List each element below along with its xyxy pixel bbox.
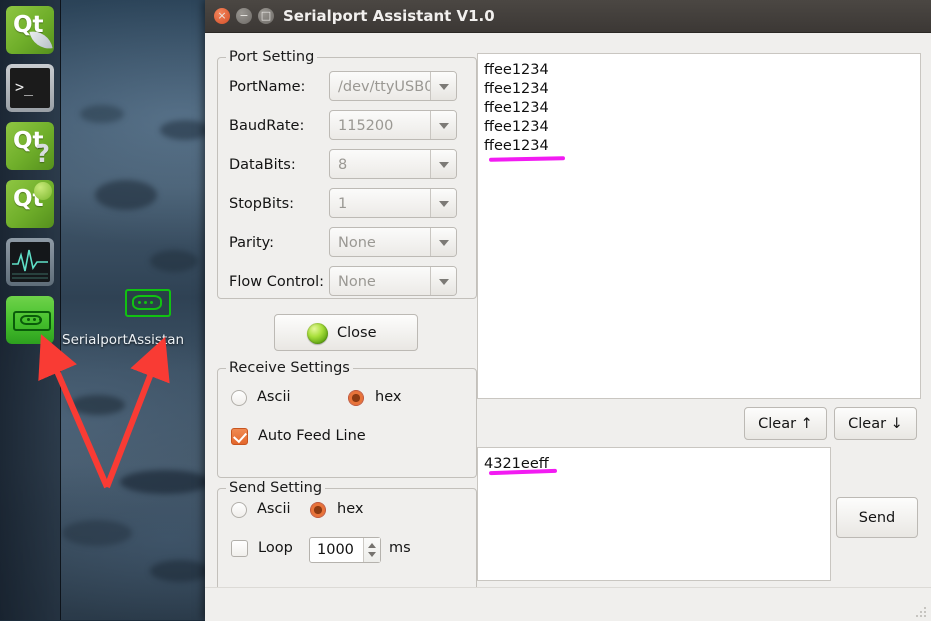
clear-up-button[interactable]: Clear ↑	[744, 407, 827, 440]
qt-designer-icon: Qt	[6, 180, 54, 228]
flowcontrol-label: Flow Control:	[229, 274, 325, 290]
maximize-icon: □	[260, 9, 272, 22]
send-textarea[interactable]: 4321eeff	[477, 447, 831, 581]
launcher-item-serialport-assistant[interactable]	[6, 296, 54, 344]
window-body: Port Setting PortName: BaudRate: DataBit…	[205, 33, 931, 616]
parity-combobox[interactable]: None	[329, 227, 457, 257]
status-bar	[205, 587, 931, 621]
send-setting-title: Send Setting	[226, 480, 326, 496]
system-monitor-icon	[6, 238, 54, 286]
window-titlebar[interactable]: × − □ Serialport Assistant V1.0	[205, 0, 931, 33]
loop-checkbox[interactable]	[231, 540, 248, 557]
receive-highlight-annotation	[488, 156, 566, 162]
auto-feed-line-label: Auto Feed Line	[258, 428, 366, 444]
launcher-item-qt-creator[interactable]: Qt	[6, 6, 54, 54]
parity-value: None	[338, 235, 376, 251]
receive-line: ffee1234	[484, 119, 549, 135]
portname-value: /dev/ttyUSB0	[338, 79, 434, 95]
spinner-arrows-icon[interactable]	[363, 538, 380, 562]
window-close-button[interactable]: ×	[214, 8, 230, 24]
window-maximize-button[interactable]: □	[258, 8, 274, 24]
send-ascii-label: Ascii	[257, 501, 291, 517]
flowcontrol-value: None	[338, 274, 376, 290]
loop-label: Loop	[258, 540, 293, 556]
loop-unit-label: ms	[389, 540, 411, 556]
serialport-app-icon	[6, 296, 54, 344]
resize-grip-icon[interactable]	[915, 606, 927, 618]
receive-settings-title: Receive Settings	[226, 360, 353, 376]
unity-launcher: Qt >_ Qt? Qt	[0, 0, 61, 620]
chevron-down-icon[interactable]	[430, 150, 456, 178]
connection-status-led	[307, 323, 328, 344]
portname-label: PortName:	[229, 79, 306, 95]
stopbits-label: StopBits:	[229, 196, 295, 212]
receive-hex-label: hex	[375, 389, 402, 405]
chevron-down-icon[interactable]	[430, 267, 456, 295]
receive-ascii-label: Ascii	[257, 389, 291, 405]
stopbits-combobox[interactable]: 1	[329, 188, 457, 218]
portname-combobox[interactable]: /dev/ttyUSB0	[329, 71, 457, 101]
parity-label: Parity:	[229, 235, 275, 251]
send-hex-label: hex	[337, 501, 364, 517]
receive-ascii-radio[interactable]	[231, 390, 247, 406]
receive-line: ffee1234	[484, 100, 549, 116]
chevron-down-icon[interactable]	[430, 228, 456, 256]
loop-interval-value: 1000	[317, 542, 354, 558]
launcher-item-terminal[interactable]: >_	[6, 64, 54, 112]
send-ascii-radio[interactable]	[231, 502, 247, 518]
receive-line: ffee1234	[484, 81, 549, 97]
databits-label: DataBits:	[229, 157, 296, 173]
clear-down-button[interactable]: Clear ↓	[834, 407, 917, 440]
minimize-icon: −	[239, 9, 249, 22]
chevron-down-icon[interactable]	[430, 72, 456, 100]
baudrate-value: 115200	[338, 118, 394, 134]
launcher-item-qt-assistant[interactable]: Qt?	[6, 122, 54, 170]
qt-creator-icon: Qt	[6, 6, 54, 54]
launcher-item-qt-designer[interactable]: Qt	[6, 180, 54, 228]
stopbits-value: 1	[338, 196, 348, 212]
desktop-shortcut-label: SerialportAssistan	[62, 332, 185, 348]
flowcontrol-combobox[interactable]: None	[329, 266, 457, 296]
port-setting-title: Port Setting	[226, 49, 318, 65]
connect-toggle-button[interactable]: Close	[274, 314, 418, 351]
baudrate-combobox[interactable]: 115200	[329, 110, 457, 140]
terminal-icon: >_	[6, 64, 54, 112]
chevron-down-icon[interactable]	[430, 111, 456, 139]
databits-combobox[interactable]: 8	[329, 149, 457, 179]
window-title: Serialport Assistant V1.0	[283, 7, 495, 25]
baudrate-label: BaudRate:	[229, 118, 305, 134]
application-window: × − □ Serialport Assistant V1.0 Port Set…	[205, 0, 931, 621]
receive-hex-radio[interactable]	[348, 390, 364, 406]
close-icon: ×	[217, 9, 227, 22]
connect-toggle-label: Close	[337, 325, 377, 341]
databits-value: 8	[338, 157, 348, 173]
send-button[interactable]: Send	[836, 497, 918, 538]
auto-feed-line-checkbox[interactable]	[231, 428, 248, 445]
qt-assistant-icon: Qt?	[6, 122, 54, 170]
loop-interval-spinbox[interactable]: 1000	[309, 537, 381, 563]
window-minimize-button[interactable]: −	[236, 8, 252, 24]
receive-settings-group: Receive Settings	[217, 360, 477, 478]
send-hex-radio[interactable]	[310, 502, 326, 518]
receive-textarea[interactable]: ffee1234 ffee1234 ffee1234 ffee1234 ffee…	[477, 53, 921, 399]
receive-line: ffee1234	[484, 138, 549, 154]
receive-line: ffee1234	[484, 62, 549, 78]
desktop-shortcut-icon[interactable]	[125, 289, 171, 317]
chevron-down-icon[interactable]	[430, 189, 456, 217]
launcher-item-system-monitor[interactable]	[6, 238, 54, 286]
